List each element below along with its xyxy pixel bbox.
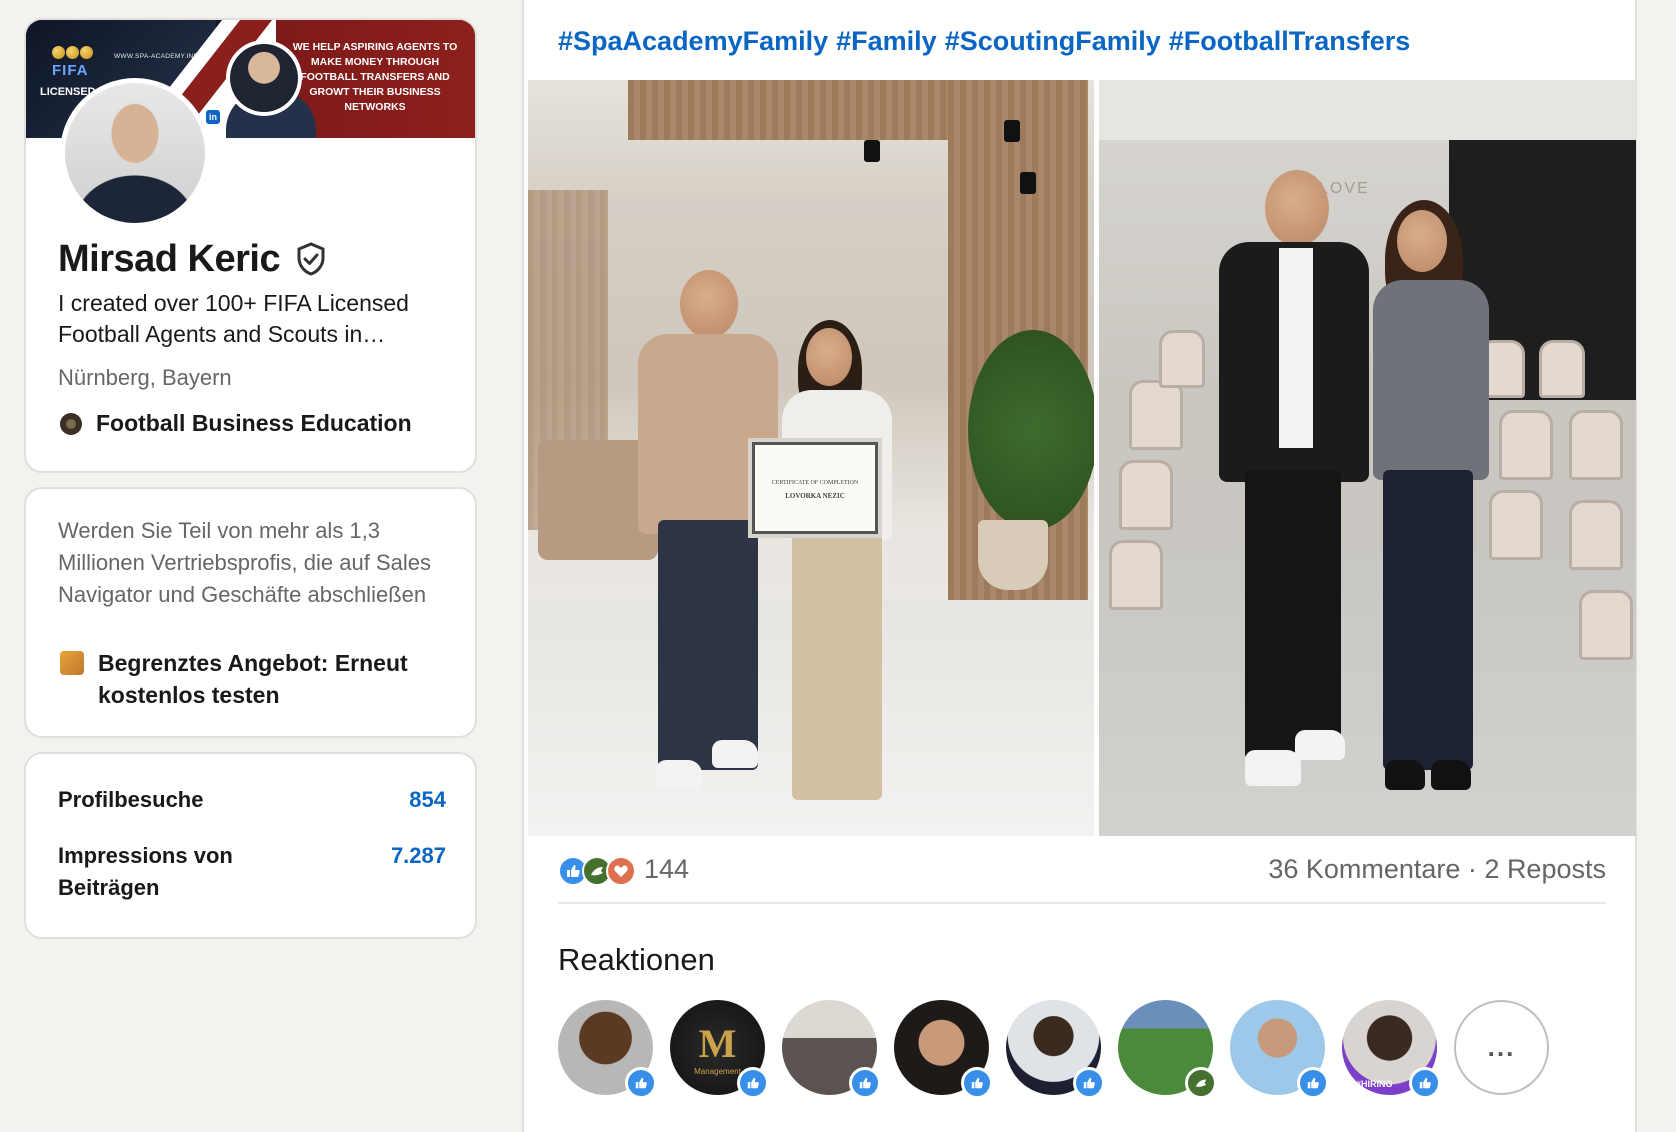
- social-counts-bar: 144 36 Kommentare · 2 Reposts: [558, 854, 1606, 904]
- hiring-frame-text: #HIRING: [1356, 1079, 1393, 1089]
- stats-card: Profilbesuche 854 Impressions von Beiträ…: [24, 752, 477, 939]
- premium-promo-text: Werden Sie Teil von mehr als 1,3 Million…: [58, 518, 431, 607]
- hashtag-link[interactable]: #Family: [836, 26, 937, 56]
- person-woman: [768, 320, 908, 820]
- person-man: [628, 270, 788, 830]
- reactor-avatar[interactable]: M Management: [670, 1000, 769, 1099]
- hashtag-link[interactable]: #FootballTransfers: [1169, 26, 1411, 56]
- certificate: CERTIFICATE OF COMPLETION LOVORKA NEZIC: [748, 438, 882, 538]
- support-badge-icon: [1185, 1067, 1217, 1099]
- reaction-icons[interactable]: [558, 856, 640, 888]
- reactor-avatar[interactable]: #HIRING: [1342, 1000, 1441, 1099]
- stat-label: Impressions von Beiträgen: [58, 843, 233, 900]
- like-badge-icon: [961, 1067, 993, 1099]
- profile-location: Nürnberg, Bayern: [58, 365, 232, 390]
- avatar-brand-text: Management: [694, 1066, 741, 1076]
- comments-reposts-count[interactable]: 36 Kommentare · 2 Reposts: [1268, 854, 1606, 885]
- love-reaction-icon: [606, 856, 636, 886]
- profile-name[interactable]: Mirsad Keric: [58, 238, 281, 281]
- profile-headline: I created over 100+ FIFA Licensed Footba…: [58, 290, 409, 347]
- like-badge-icon: [1297, 1067, 1329, 1099]
- banner-url: WWW.SPA-ACADEMY.INFO: [114, 53, 204, 60]
- premium-icon: [60, 651, 84, 675]
- hashtag-link[interactable]: #ScoutingFamily: [945, 26, 1161, 56]
- banner-tagline: WE HELP ASPIRING AGENTS TO MAKE MONEY TH…: [292, 41, 458, 113]
- banner-fifa-text: FIFA: [52, 62, 89, 79]
- reactor-avatar[interactable]: [782, 1000, 881, 1099]
- shield-check-icon: [297, 242, 325, 276]
- profile-avatar[interactable]: [60, 78, 210, 228]
- stat-value: 7.287: [390, 843, 446, 868]
- certificate-heading: CERTIFICATE OF COMPLETION: [771, 480, 859, 486]
- post-hashtags: #SpaAcademyFamily #Family #ScoutingFamily #…: [558, 26, 1418, 57]
- premium-card: Werden Sie Teil von mehr als 1,3 Million…: [24, 487, 477, 738]
- post-photo-certificate[interactable]: CERTIFICATE OF COMPLETION LOVORKA NEZIC: [528, 80, 1094, 836]
- reactor-avatar[interactable]: [894, 1000, 993, 1099]
- company-name: Football Business Education: [96, 410, 412, 436]
- post-photo-event-room[interactable]: LOVE: [1099, 80, 1636, 836]
- reactions-heading: Reaktionen: [558, 942, 715, 977]
- reactor-avatar[interactable]: [1230, 1000, 1329, 1099]
- reaction-count[interactable]: 144: [644, 854, 689, 885]
- like-badge-icon: [737, 1067, 769, 1099]
- stat-label: Profilbesuche: [58, 787, 204, 812]
- more-reactions-button[interactable]: ...: [1454, 1000, 1549, 1095]
- stat-value: 854: [409, 787, 446, 812]
- person-man: [1209, 170, 1379, 820]
- profile-company[interactable]: Football Business Education: [60, 410, 412, 437]
- like-badge-icon: [849, 1067, 881, 1099]
- feed-post: #SpaAcademyFamily #Family #ScoutingFamily #…: [522, 0, 1637, 1132]
- linkedin-icon: in: [206, 110, 220, 124]
- like-badge-icon: [625, 1067, 657, 1099]
- reactor-avatar[interactable]: [1118, 1000, 1217, 1099]
- person-woman: [1359, 200, 1499, 820]
- premium-offer-label: Begrenztes Angebot: Erneut kostenlos tes…: [98, 650, 408, 708]
- certificate-name: LOVORKA NEZIC: [785, 492, 845, 500]
- profile-card: FIFA LICENSED WWW.SPA-ACADEMY.INFO in WE…: [24, 18, 477, 473]
- company-logo-icon: [60, 412, 82, 435]
- stat-profile-views[interactable]: Profilbesuche 854: [58, 784, 446, 816]
- reactor-avatar[interactable]: [558, 1000, 657, 1099]
- premium-offer-link[interactable]: Begrenztes Angebot: Erneut kostenlos tes…: [60, 647, 460, 711]
- reactor-avatar[interactable]: [1006, 1000, 1105, 1099]
- hashtag-link[interactable]: #SpaAcademyFamily: [558, 26, 828, 56]
- stat-post-impressions[interactable]: Impressions von Beiträgen 7.287: [58, 840, 446, 904]
- like-badge-icon: [1409, 1067, 1441, 1099]
- like-badge-icon: [1073, 1067, 1105, 1099]
